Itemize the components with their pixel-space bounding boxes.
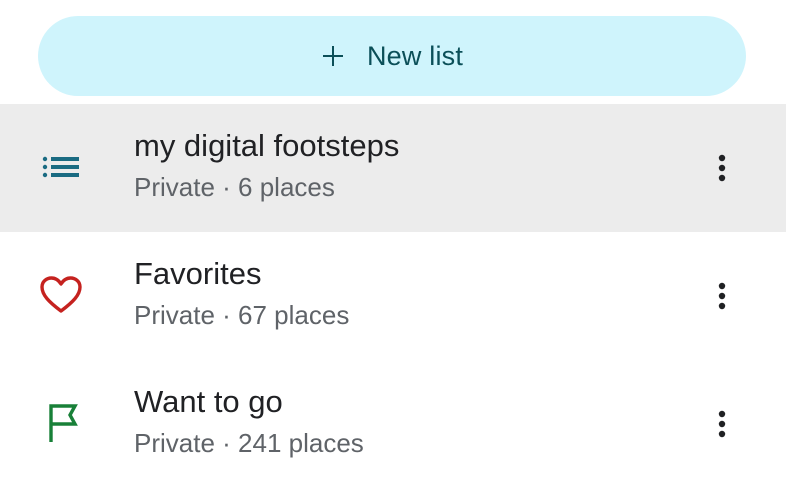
list-subtitle: Private · 241 places (134, 428, 364, 458)
list-subtitle: Private · 6 places (134, 172, 335, 202)
more-options-icon[interactable] (700, 400, 744, 448)
more-options-icon[interactable] (700, 144, 744, 192)
list-icon (38, 144, 84, 190)
flag-icon (38, 400, 84, 446)
list-title: Favorites (134, 256, 262, 291)
list-item-favorites[interactable]: Favorites Private · 67 places (0, 232, 786, 360)
new-list-label: New list (366, 40, 464, 71)
saved-lists-panel: New list my digital footsteps Private · … (0, 0, 786, 490)
list-item-my-digital-footsteps[interactable]: my digital footsteps Private · 6 places (0, 104, 786, 232)
list-item-want-to-go[interactable]: Want to go Private · 241 places (0, 360, 786, 488)
list-title: my digital footsteps (134, 128, 400, 163)
plus-icon (321, 44, 345, 68)
heart-icon (38, 272, 84, 318)
list-title: Want to go (134, 384, 283, 419)
new-list-button[interactable]: New list (38, 16, 746, 96)
more-options-icon[interactable] (700, 272, 744, 320)
list-subtitle: Private · 67 places (134, 300, 350, 330)
